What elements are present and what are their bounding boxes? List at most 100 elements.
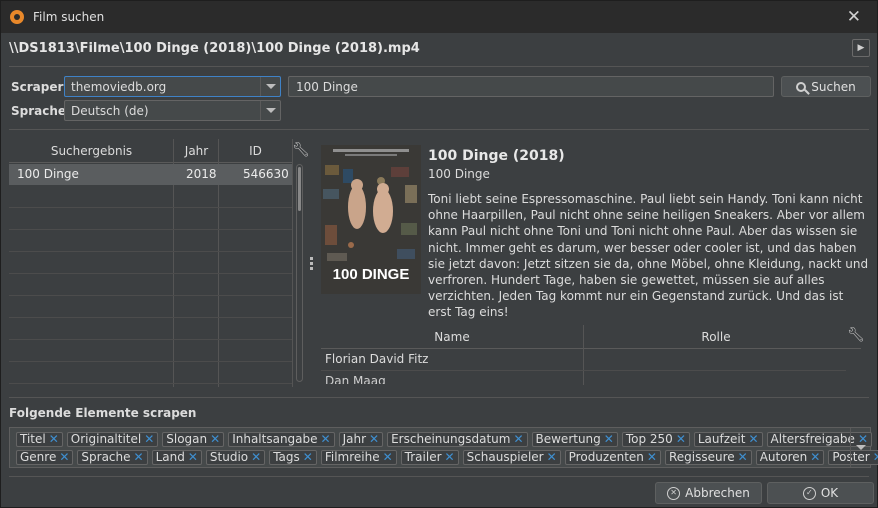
remove-icon[interactable]: ✕ <box>49 433 59 446</box>
remove-icon[interactable]: ✕ <box>810 451 820 464</box>
scrape-chip[interactable]: Schauspieler ✕ <box>462 450 561 465</box>
wrench-icon[interactable]: 🔧︎ <box>847 327 865 343</box>
scrape-chip[interactable]: Slogan ✕ <box>162 432 225 447</box>
scrape-chip[interactable]: Laufzeit ✕ <box>693 432 763 447</box>
app-icon <box>10 10 24 24</box>
scrape-chip[interactable]: Studio ✕ <box>205 450 266 465</box>
scraper-select[interactable]: themoviedb.org <box>64 76 281 97</box>
table-row[interactable]: 100 Dinge 2018 546630 <box>9 164 292 185</box>
column-header-name[interactable]: Name <box>321 330 583 344</box>
chip-label: Tags <box>273 450 300 464</box>
result-year: 2018 <box>186 167 217 181</box>
scrollbar-thumb[interactable] <box>298 167 301 211</box>
chevron-down-icon[interactable] <box>260 77 280 96</box>
play-icon: ▶ <box>857 43 865 53</box>
search-input[interactable]: 100 Dinge <box>288 76 774 97</box>
remove-icon[interactable]: ✕ <box>383 451 393 464</box>
remove-icon[interactable]: ✕ <box>134 451 144 464</box>
search-button-label: Suchen <box>811 79 856 94</box>
chip-label: Trailer <box>404 450 442 464</box>
chip-label: Top 250 <box>625 432 673 446</box>
scrape-chip[interactable]: Autoren ✕ <box>755 450 825 465</box>
result-title: 100 Dinge <box>17 167 79 181</box>
column-header-year[interactable]: Jahr <box>174 144 219 158</box>
scrape-chip[interactable]: Inhaltsangabe ✕ <box>228 432 335 447</box>
scrape-chip[interactable]: Filmreihe ✕ <box>320 450 397 465</box>
divider <box>9 476 869 477</box>
remove-icon[interactable]: ✕ <box>676 433 686 446</box>
scrape-chip[interactable]: Produzenten ✕ <box>564 450 661 465</box>
chips-row: Genre ✕ Sprache ✕ Land ✕ Studio ✕ Tags ✕ Film… <box>16 450 878 465</box>
scrape-chip[interactable]: Regisseure ✕ <box>664 450 752 465</box>
wrench-icon[interactable]: 🔧︎ <box>292 142 310 158</box>
remove-icon[interactable]: ✕ <box>513 433 523 446</box>
language-label: Sprache <box>11 104 67 118</box>
scrape-chip[interactable]: Jahr ✕ <box>338 432 384 447</box>
remove-icon[interactable]: ✕ <box>188 451 198 464</box>
remove-icon[interactable]: ✕ <box>445 451 455 464</box>
chip-label: Slogan <box>166 432 208 446</box>
scrape-chip[interactable]: Tags ✕ <box>269 450 317 465</box>
scrape-chip[interactable]: Originaltitel ✕ <box>66 432 159 447</box>
poster-image: 100 DINGE <box>321 145 421 294</box>
file-path-row: \\DS1813\Filme\100 Dinge (2018)\100 Ding… <box>1 33 877 63</box>
cancel-button[interactable]: ✕ Abbrechen <box>655 482 762 504</box>
chip-label: Erscheinungsdatum <box>391 432 511 446</box>
splitter-handle[interactable] <box>310 257 313 272</box>
language-select[interactable]: Deutsch (de) <box>64 100 281 121</box>
scrape-chip[interactable]: Top 250 ✕ <box>621 432 690 447</box>
divider <box>9 397 869 398</box>
column-header-result[interactable]: Suchergebnis <box>9 144 174 158</box>
chip-label: Regisseure <box>668 450 735 464</box>
remove-icon[interactable]: ✕ <box>59 451 69 464</box>
remove-icon[interactable]: ✕ <box>321 433 331 446</box>
scraper-label: Scraper <box>11 80 64 94</box>
movie-original-title: 100 Dinge <box>428 167 490 181</box>
divider <box>9 129 869 130</box>
chip-label: Altersfreigabe <box>770 432 855 446</box>
chevron-down-icon[interactable] <box>260 101 280 120</box>
remove-icon[interactable]: ✕ <box>738 451 748 464</box>
chip-label: Studio <box>209 450 249 464</box>
remove-icon[interactable]: ✕ <box>873 451 878 464</box>
remove-icon[interactable]: ✕ <box>144 433 154 446</box>
remove-icon[interactable]: ✕ <box>547 451 557 464</box>
ok-button-label: OK <box>820 486 839 500</box>
close-icon[interactable]: ✕ <box>847 7 861 27</box>
row-divider <box>9 339 292 340</box>
chevron-down-icon[interactable] <box>850 428 870 467</box>
remove-icon[interactable]: ✕ <box>251 451 261 464</box>
remove-icon[interactable]: ✕ <box>604 433 614 446</box>
scrape-chip[interactable]: Sprache ✕ <box>77 450 148 465</box>
poster-title-text: 100 DINGE <box>333 266 410 283</box>
remove-icon[interactable]: ✕ <box>369 433 379 446</box>
remove-icon[interactable]: ✕ <box>210 433 220 446</box>
chip-label: Produzenten <box>568 450 644 464</box>
row-divider <box>9 251 292 252</box>
scrape-chip[interactable]: Land ✕ <box>151 450 202 465</box>
ok-button[interactable]: ✓ OK <box>767 482 874 504</box>
column-header-id[interactable]: ID <box>219 144 292 158</box>
scrape-section-title: Folgende Elemente scrapen <box>9 406 197 420</box>
results-scrollbar[interactable] <box>296 164 303 382</box>
column-header-role[interactable]: Rolle <box>584 330 848 344</box>
search-button[interactable]: Suchen <box>781 76 871 97</box>
poster-graphic: 100 DINGE <box>321 145 421 294</box>
chip-label: Land <box>155 450 185 464</box>
remove-icon[interactable]: ✕ <box>748 433 758 446</box>
remove-icon[interactable]: ✕ <box>303 451 313 464</box>
chip-label: Filmreihe <box>324 450 380 464</box>
play-button[interactable]: ▶ <box>852 39 870 57</box>
chip-label: Schauspieler <box>466 450 544 464</box>
scrape-chip[interactable]: Erscheinungsdatum ✕ <box>387 432 528 447</box>
scrape-chip[interactable]: Genre ✕ <box>16 450 74 465</box>
scrape-chip[interactable]: Bewertung ✕ <box>531 432 618 447</box>
scrape-chip[interactable]: Trailer ✕ <box>400 450 459 465</box>
search-icon <box>796 81 807 92</box>
chip-label: Inhaltsangabe <box>232 432 318 446</box>
remove-icon[interactable]: ✕ <box>647 451 657 464</box>
dialog-window: Film suchen ✕ \\DS1813\Filme\100 Dinge (… <box>0 0 878 508</box>
row-divider <box>9 273 292 274</box>
row-divider <box>321 370 846 371</box>
scrape-chip[interactable]: Titel ✕ <box>16 432 63 447</box>
